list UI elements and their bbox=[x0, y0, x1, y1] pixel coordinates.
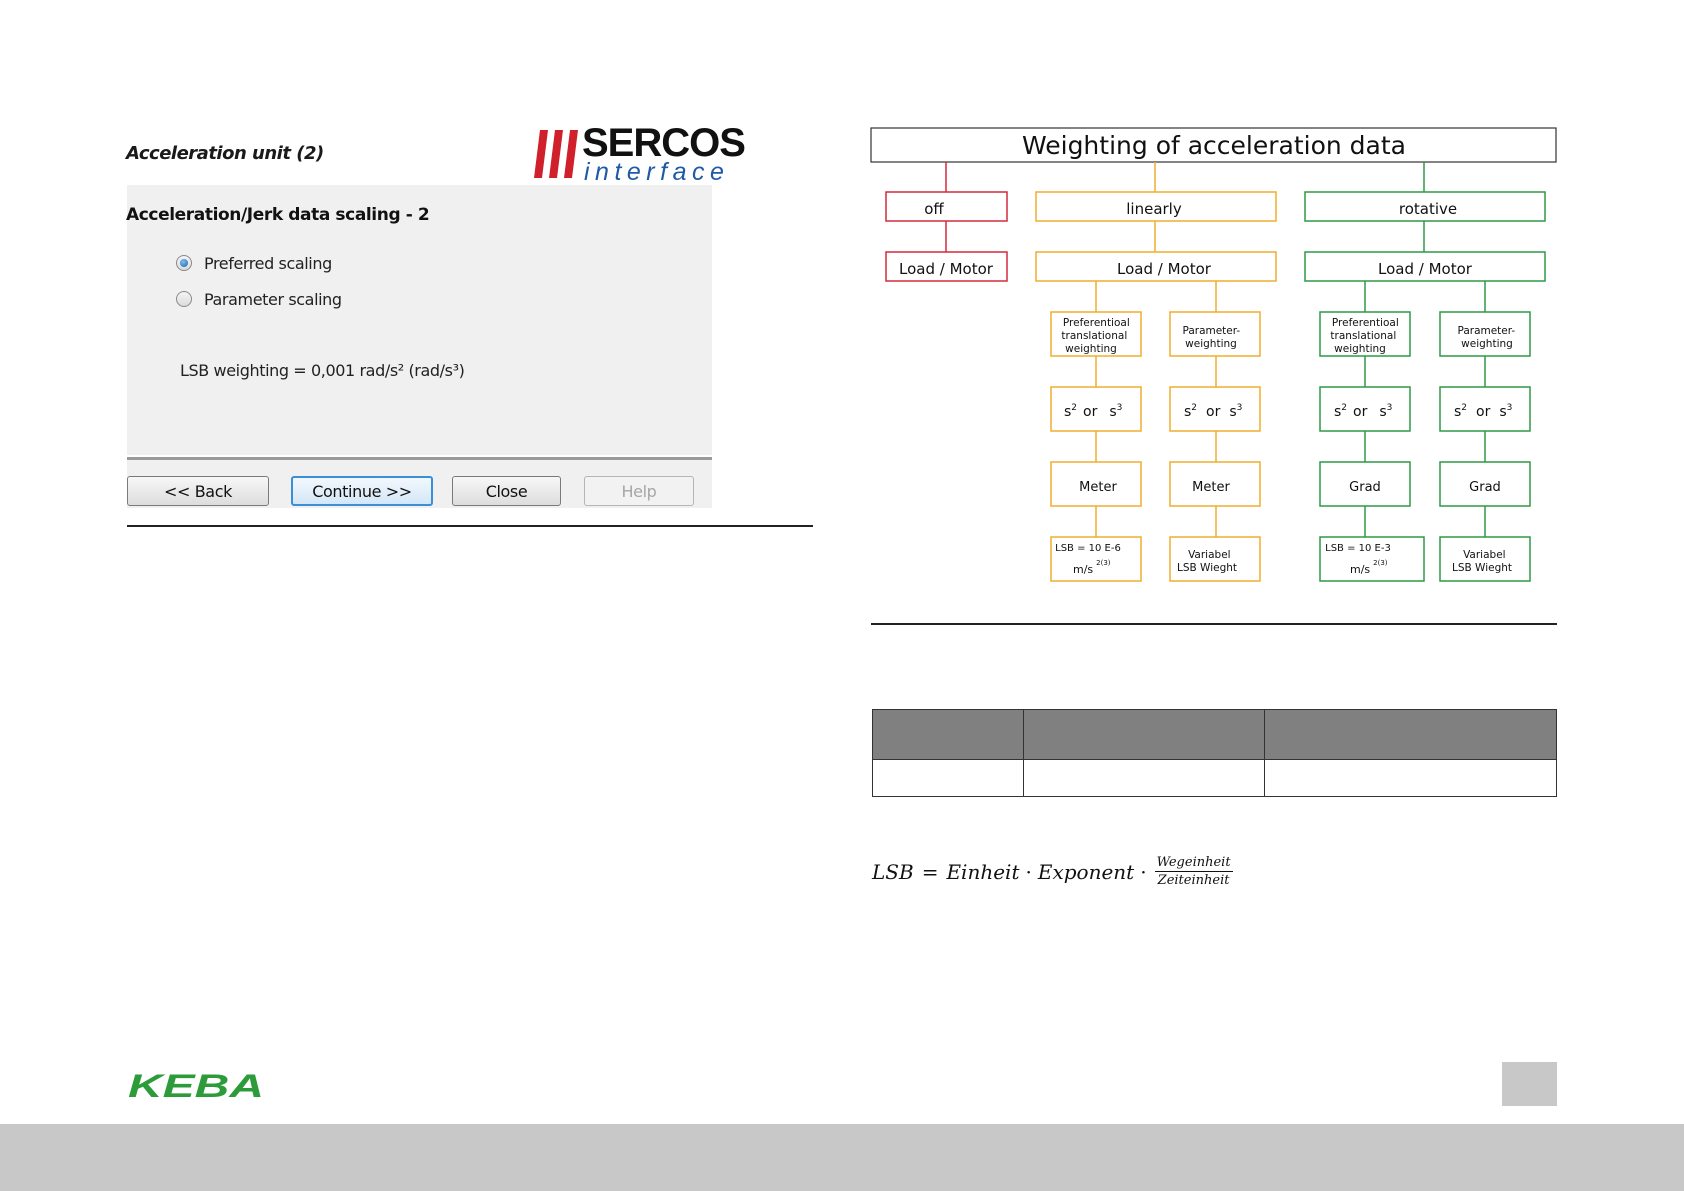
wizard-heading: Acceleration/Jerk data scaling - 2 bbox=[126, 205, 430, 225]
formula-term-unit: Einheit bbox=[946, 859, 1020, 884]
rotative-grad-label-right: Grad bbox=[1469, 480, 1501, 495]
linear-meter-label-right: Meter bbox=[1192, 480, 1230, 495]
parameter-table bbox=[872, 709, 1557, 797]
formula-lhs: LSB bbox=[872, 859, 914, 884]
table-header-cell bbox=[1023, 709, 1265, 760]
back-button[interactable]: << Back bbox=[127, 476, 269, 506]
table-row bbox=[872, 759, 1557, 797]
option-label: Preferred scaling bbox=[204, 253, 332, 273]
rotative-grad-label-left: Grad bbox=[1349, 480, 1381, 495]
linear-parameter-label: Parameter- weighting bbox=[1182, 325, 1243, 350]
formula-numerator: Wegeinheit bbox=[1154, 855, 1233, 872]
sercos-logo-bars-icon bbox=[534, 130, 578, 178]
rotative-lsb-value: LSB = 10 E-3 bbox=[1325, 543, 1391, 554]
table-cell bbox=[872, 759, 1024, 797]
table-cell bbox=[1264, 759, 1557, 797]
option-label: Parameter scaling bbox=[204, 289, 342, 309]
formula-fraction: Wegeinheit Zeiteinheit bbox=[1154, 855, 1233, 888]
rotative-label: rotative bbox=[1399, 200, 1457, 218]
linear-meter-label-left: Meter bbox=[1079, 480, 1117, 495]
rotative-load-motor-label: Load / Motor bbox=[1378, 260, 1473, 278]
formula-dot: · bbox=[1025, 859, 1032, 884]
table-header-cell bbox=[1264, 709, 1557, 760]
radio-selected-icon[interactable] bbox=[176, 255, 192, 271]
radio-unselected-icon[interactable] bbox=[176, 291, 192, 307]
diagram-title: Weighting of acceleration data bbox=[1022, 131, 1406, 160]
page-number-box bbox=[1502, 1062, 1557, 1106]
caption-rule-left bbox=[127, 525, 813, 527]
formula-term-exponent: Exponent bbox=[1037, 859, 1135, 884]
option-preferred-scaling[interactable]: Preferred scaling bbox=[176, 252, 332, 274]
off-box bbox=[885, 191, 1008, 222]
rotative-parameter-label: Parameter- weighting bbox=[1457, 325, 1518, 350]
help-button[interactable]: Help bbox=[584, 476, 694, 506]
lsb-weighting-text: LSB weighting = 0,001 rad/s² (rad/s³) bbox=[180, 361, 465, 380]
linear-lsb-value: LSB = 10 E-6 bbox=[1055, 543, 1121, 554]
keba-logo-text: KEBA bbox=[128, 1071, 264, 1101]
weighting-diagram: Weighting of acceleration data off Load … bbox=[870, 127, 1557, 582]
off-label: off bbox=[924, 200, 944, 218]
lsb-formula: LSB = Einheit · Exponent · Wegeinheit Ze… bbox=[872, 855, 1233, 888]
formula-denominator: Zeiteinheit bbox=[1157, 873, 1230, 888]
caption-rule-right bbox=[871, 623, 1557, 625]
sercos-logo-subtitle: interface bbox=[584, 158, 730, 186]
linear-load-motor-label: Load / Motor bbox=[1117, 260, 1212, 278]
wizard-content-panel bbox=[127, 185, 712, 455]
keba-logo: KEBA bbox=[128, 1071, 264, 1101]
table-header-cell bbox=[872, 709, 1024, 760]
off-load-motor-label: Load / Motor bbox=[899, 260, 994, 278]
footer-band bbox=[0, 1124, 1684, 1191]
formula-equals: = bbox=[921, 859, 939, 884]
continue-button[interactable]: Continue >> bbox=[291, 476, 433, 506]
formula-dot: · bbox=[1140, 859, 1147, 884]
close-button[interactable]: Close bbox=[452, 476, 561, 506]
option-parameter-scaling[interactable]: Parameter scaling bbox=[176, 288, 342, 310]
table-cell bbox=[1023, 759, 1265, 797]
table-header-row bbox=[872, 709, 1557, 760]
wizard-title: Acceleration unit (2) bbox=[126, 143, 324, 164]
linearly-label: linearly bbox=[1126, 200, 1182, 218]
